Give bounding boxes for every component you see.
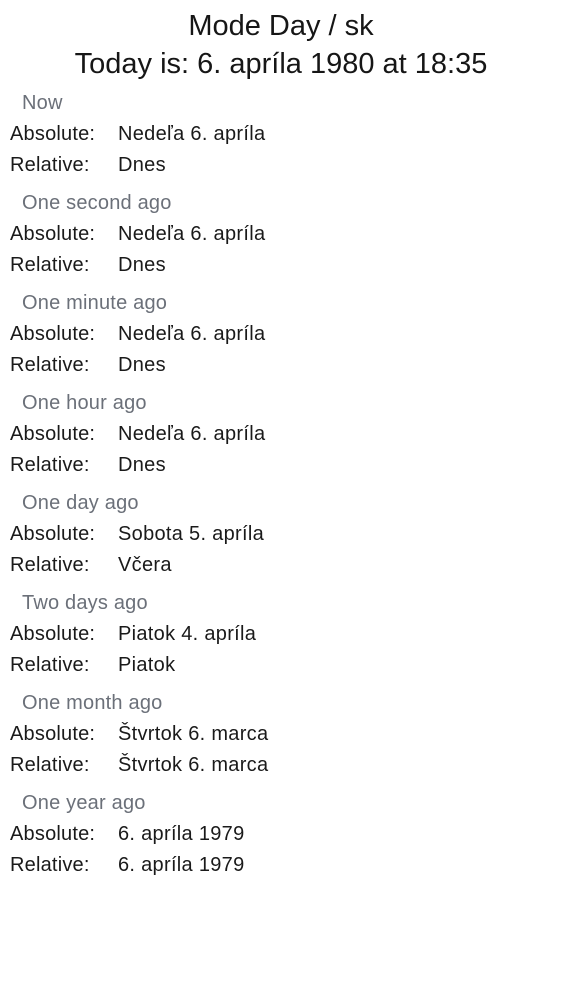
absolute-value: Sobota 5. apríla bbox=[118, 523, 265, 545]
section-title: One minute ago bbox=[22, 292, 168, 314]
absolute-label: Absolute: bbox=[10, 623, 96, 645]
date-sections-list: Now Absolute: Nedeľa 6. apríla Relative: D… bbox=[0, 88, 562, 888]
relative-row: Relative: 6. apríla 1979 bbox=[10, 852, 245, 878]
relative-label: Relative: bbox=[10, 854, 90, 876]
absolute-row: Absolute: Nedeľa 6. apríla bbox=[10, 221, 265, 247]
absolute-label: Absolute: bbox=[10, 223, 96, 245]
section-title: Two days ago bbox=[22, 592, 148, 614]
relative-value: Dnes bbox=[118, 154, 166, 176]
today-subtitle: Today is: 6. apríla 1980 at 18:35 bbox=[74, 48, 488, 80]
absolute-row: Absolute: Piatok 4. apríla bbox=[10, 621, 256, 647]
relative-value: Dnes bbox=[118, 254, 166, 276]
absolute-row: Absolute: Nedeľa 6. apríla bbox=[10, 421, 265, 447]
relative-label: Relative: bbox=[10, 754, 90, 776]
section-one-hour-ago: One hour ago Absolute: Nedeľa 6. apríla R… bbox=[0, 388, 562, 488]
absolute-row: Absolute: Štvrtok 6. marca bbox=[10, 721, 268, 747]
relative-label: Relative: bbox=[10, 454, 90, 476]
section-one-second-ago: One second ago Absolute: Nedeľa 6. apríla… bbox=[0, 188, 562, 288]
absolute-row: Absolute: Nedeľa 6. apríla bbox=[10, 321, 265, 347]
absolute-value: Nedeľa 6. apríla bbox=[118, 223, 266, 245]
section-now: Now Absolute: Nedeľa 6. apríla Relative: D… bbox=[0, 88, 562, 188]
section-title: One year ago bbox=[22, 792, 146, 814]
absolute-value: Nedeľa 6. apríla bbox=[118, 123, 266, 145]
relative-label: Relative: bbox=[10, 154, 90, 176]
absolute-label: Absolute: bbox=[10, 123, 96, 145]
absolute-label: Absolute: bbox=[10, 523, 96, 545]
section-one-minute-ago: One minute ago Absolute: Nedeľa 6. apríla… bbox=[0, 288, 562, 388]
page-header: Mode Day / sk Today is: 6. apríla 1980 a… bbox=[0, 0, 562, 84]
relative-row: Relative: Dnes bbox=[10, 452, 166, 478]
relative-label: Relative: bbox=[10, 654, 90, 676]
relative-row: Relative: Včera bbox=[10, 552, 172, 578]
absolute-label: Absolute: bbox=[10, 423, 96, 445]
section-two-days-ago: Two days ago Absolute: Piatok 4. apríla R… bbox=[0, 588, 562, 688]
section-title: One month ago bbox=[22, 692, 163, 714]
relative-value: 6. apríla 1979 bbox=[118, 854, 245, 876]
absolute-row: Absolute: 6. apríla 1979 bbox=[10, 821, 245, 847]
relative-value: Piatok bbox=[118, 654, 176, 676]
relative-value: Štvrtok 6. marca bbox=[118, 754, 269, 776]
relative-row: Relative: Piatok bbox=[10, 652, 175, 678]
relative-row: Relative: Dnes bbox=[10, 352, 166, 378]
absolute-value: Piatok 4. apríla bbox=[118, 623, 257, 645]
section-title: One day ago bbox=[22, 492, 139, 514]
absolute-label: Absolute: bbox=[10, 323, 96, 345]
relative-row: Relative: Dnes bbox=[10, 252, 166, 278]
relative-row: Relative: Štvrtok 6. marca bbox=[10, 752, 268, 778]
relative-value: Dnes bbox=[118, 454, 166, 476]
absolute-value: Štvrtok 6. marca bbox=[118, 723, 269, 745]
absolute-value: Nedeľa 6. apríla bbox=[118, 323, 266, 345]
relative-value: Včera bbox=[118, 554, 172, 576]
section-title: Now bbox=[22, 92, 63, 114]
relative-value: Dnes bbox=[118, 354, 166, 376]
relative-row: Relative: Dnes bbox=[10, 152, 166, 178]
section-title: One hour ago bbox=[22, 392, 147, 414]
section-one-month-ago: One month ago Absolute: Štvrtok 6. marca … bbox=[0, 688, 562, 788]
page-title: Mode Day / sk bbox=[188, 10, 374, 42]
absolute-row: Absolute: Sobota 5. apríla bbox=[10, 521, 264, 547]
absolute-label: Absolute: bbox=[10, 723, 96, 745]
section-one-year-ago: One year ago Absolute: 6. apríla 1979 Rel… bbox=[0, 788, 562, 888]
absolute-value: Nedeľa 6. apríla bbox=[118, 423, 266, 445]
relative-label: Relative: bbox=[10, 254, 90, 276]
absolute-value: 6. apríla 1979 bbox=[118, 823, 245, 845]
relative-label: Relative: bbox=[10, 554, 90, 576]
relative-label: Relative: bbox=[10, 354, 90, 376]
section-title: One second ago bbox=[22, 192, 172, 214]
absolute-row: Absolute: Nedeľa 6. apríla bbox=[10, 121, 265, 147]
absolute-label: Absolute: bbox=[10, 823, 96, 845]
section-one-day-ago: One day ago Absolute: Sobota 5. apríla Re… bbox=[0, 488, 562, 588]
